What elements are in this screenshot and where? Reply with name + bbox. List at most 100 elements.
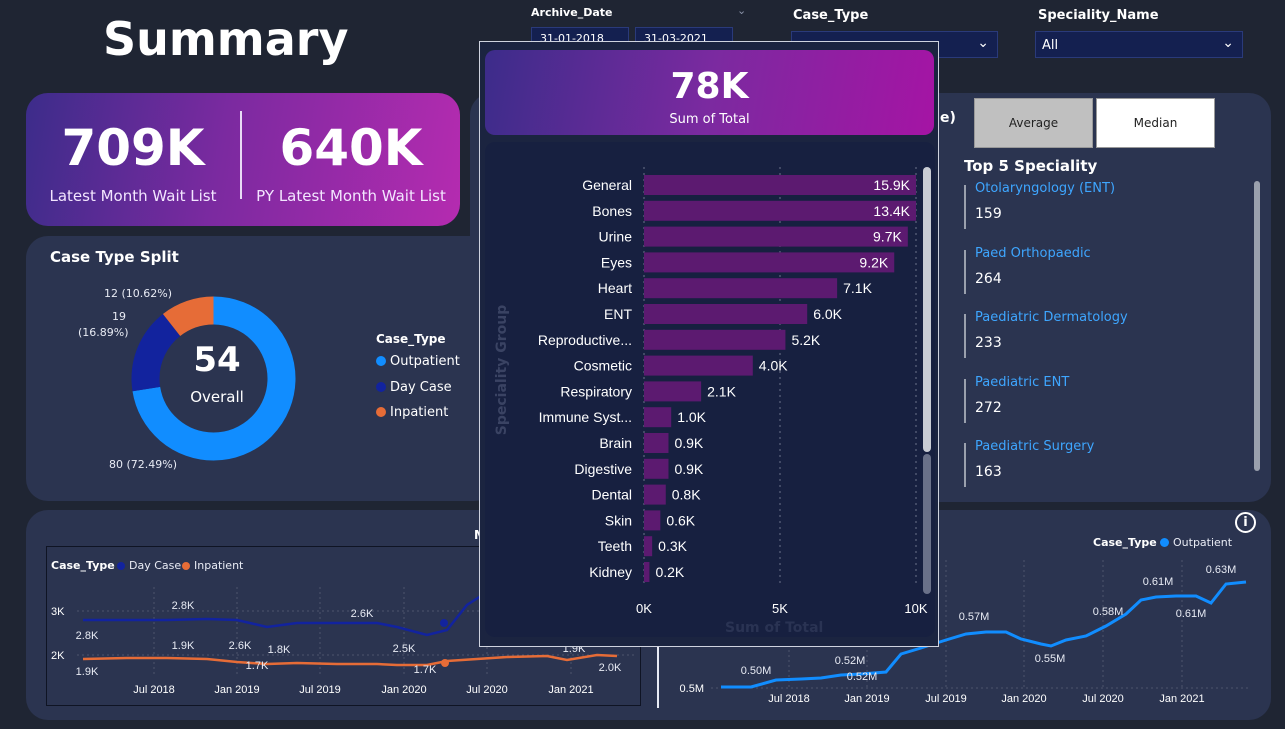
bar-chart-scrollbar[interactable] [923, 167, 931, 452]
speciality-item-name[interactable]: Paediatric Dermatology [975, 310, 1128, 325]
outpatient-data-label: 0.50M [741, 665, 772, 677]
bar-urine[interactable] [644, 226, 908, 247]
bar-data-label: 0.3K [658, 538, 687, 554]
right-trend-x-tick: Jul 2018 [768, 693, 810, 705]
bar-category-label: Immune Syst... [539, 409, 632, 425]
outpatient-data-label: 0.57M [959, 611, 990, 623]
left-trend-x-tick: Jul 2018 [133, 684, 175, 696]
bar-dental[interactable] [644, 484, 666, 505]
inpatient-line[interactable] [82, 653, 618, 667]
speciality-item-name[interactable]: Paediatric Surgery [975, 439, 1094, 454]
inpatient-data-label: 12 (10.62%) [104, 287, 173, 300]
bar-reproductive[interactable] [644, 329, 786, 350]
speciality-item-name[interactable]: Otolaryngology (ENT) [975, 181, 1115, 196]
legend-label: Inpatient [390, 405, 449, 420]
outpatient-data-label: 0.52M [847, 671, 878, 683]
speciality-item-marker [964, 249, 966, 294]
speciality-item-value: 163 [975, 464, 1002, 480]
legend-dot-icon [376, 356, 386, 366]
case-type-filter-label: Case_Type [793, 8, 869, 23]
bar-ent[interactable] [644, 304, 808, 324]
left-trend-x-tick: Jul 2019 [299, 684, 341, 696]
right-trend-y-tick: 0.5M [680, 683, 704, 695]
top5-scrollbar[interactable] [1254, 181, 1260, 471]
day-case-highlight-point[interactable] [440, 619, 448, 627]
top5-speciality-title: Top 5 Speciality [964, 157, 1098, 175]
speciality-item-marker [964, 378, 966, 423]
bar-skin[interactable] [644, 510, 661, 531]
day-case-line[interactable] [83, 590, 488, 637]
bar-brain[interactable] [644, 433, 669, 453]
py-wait-list-value: 640K [279, 119, 423, 177]
bar-kidney[interactable] [644, 562, 650, 582]
speciality-item-name[interactable]: Paed Orthopaedic [975, 246, 1091, 261]
bar-data-label: 15.9K [873, 177, 910, 193]
bar-category-label: General [582, 177, 632, 193]
bar-x-tick-label: 0K [636, 601, 652, 616]
speciality-item-name[interactable]: Paediatric ENT [975, 375, 1069, 390]
inpatient-data-label: 1.7K [414, 664, 437, 676]
day-case-data-label-percent: (16.89%) [78, 326, 129, 339]
speciality-item-marker [964, 314, 966, 358]
left-trend-y-tick: 2K [51, 650, 65, 662]
bar-data-label: 13.4K [873, 203, 910, 219]
bar-teeth[interactable] [644, 536, 653, 557]
speciality-item-value: 272 [975, 399, 1002, 416]
bar-category-label: Skin [605, 512, 632, 528]
day-case-data-label: 2.6K [229, 640, 252, 652]
inpatient-data-label: 2.0K [599, 662, 622, 674]
bar-category-label: Teeth [598, 538, 632, 554]
outpatient-data-label: 0.55M [1035, 653, 1066, 665]
info-icon[interactable]: i [1235, 512, 1256, 533]
legend-label: Day Case [390, 380, 452, 395]
archive-date-chevron-icon[interactable]: ⌄ [737, 4, 746, 17]
chevron-down-icon: ⌄ [1222, 35, 1234, 51]
right-trend-x-tick: Jan 2020 [1001, 693, 1046, 705]
donut-center-label: Overall [190, 388, 244, 406]
bar-category-label: Digestive [574, 461, 632, 477]
bar-cosmetic[interactable] [644, 355, 753, 376]
bar-data-label: 6.0K [813, 306, 842, 322]
legend-label: Outpatient [390, 354, 460, 369]
bar-x-tick-label: 5K [772, 601, 788, 616]
latest-wait-list-label: Latest Month Wait List [49, 187, 217, 205]
case-type-split-title: Case Type Split [50, 248, 179, 266]
bar-heart[interactable] [644, 278, 838, 299]
legend-item-outpatient[interactable]: Outpatient [376, 354, 460, 369]
average-button[interactable]: Average [974, 98, 1093, 148]
bar-immunesyst[interactable] [644, 407, 672, 428]
bar-data-label: 1.0K [677, 409, 706, 425]
bar-category-label: Eyes [601, 254, 632, 270]
left-trend-y-tick: 3K [51, 606, 65, 618]
donut-center-value: 54 [193, 340, 241, 380]
bar-eyes[interactable] [644, 252, 895, 273]
legend-item-day-case[interactable]: Day Case [376, 380, 452, 395]
left-trend-x-tick: Jan 2019 [214, 684, 259, 696]
legend-item-inpatient[interactable]: Inpatient [376, 405, 448, 420]
bar-data-label: 0.8K [672, 487, 701, 503]
day-case-data-label-count: 19 [112, 310, 126, 323]
outpatient-data-label: 80 (72.49%) [109, 458, 178, 471]
bar-category-label: Respiratory [560, 383, 632, 399]
bar-category-label: ENT [604, 306, 632, 322]
day-case-data-label: 2.8K [76, 630, 99, 642]
outpatient-data-label: 0.61M [1143, 576, 1174, 588]
day-case-data-label: 2.5K [393, 643, 416, 655]
inpatient-data-label: 1.7K [246, 660, 269, 672]
case-type-legend-title: Case_Type [376, 332, 446, 346]
speciality-group-popup[interactable]: 78K Sum of Total Speciality Group 0K 5K 10… [479, 41, 939, 647]
median-button[interactable]: Median [1096, 98, 1215, 148]
inpatient-highlight-point[interactable] [441, 659, 449, 667]
bar-digestive[interactable] [644, 458, 669, 479]
outpatient-data-label: 0.63M [1206, 564, 1237, 576]
left-trend-x-tick: Jan 2021 [548, 684, 593, 696]
bar-category-label: Cosmetic [574, 358, 632, 374]
speciality-item-marker [964, 443, 966, 487]
speciality-group-bar-chart[interactable]: Speciality Group 0K 5K 10K General 15.9K Bone… [485, 142, 935, 637]
bar-data-label: 0.6K [666, 512, 695, 528]
speciality-select[interactable]: All ⌄ [1035, 31, 1243, 58]
legend-item-outpatient[interactable]: Outpatient [1160, 536, 1232, 549]
speciality-item-value: 264 [975, 270, 1002, 287]
bar-respiratory[interactable] [644, 381, 702, 402]
speciality-item-marker [964, 185, 966, 229]
